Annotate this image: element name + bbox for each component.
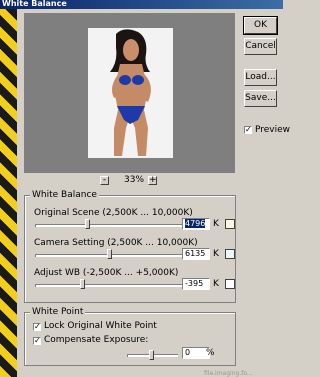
adjust-wb-color-swatch[interactable]: [225, 279, 235, 289]
original-scene-slider-thumb[interactable]: [85, 219, 90, 229]
white-balance-title: White Balance: [30, 190, 99, 201]
ok-button[interactable]: OK: [243, 16, 278, 35]
original-scene-field[interactable]: 4796: [182, 218, 210, 230]
zoom-level: 33%: [124, 175, 145, 185]
cancel-button[interactable]: Cancel: [244, 38, 277, 55]
lock-white-point-checkbox[interactable]: ✓: [33, 323, 41, 331]
preview-photo: [88, 28, 173, 158]
adjust-wb-slider-track[interactable]: [35, 284, 200, 287]
image-preview-area: [24, 13, 235, 173]
camera-setting-color-swatch[interactable]: [225, 249, 235, 259]
camera-setting-label: Camera Setting (2,500K ... 10,000K): [34, 238, 198, 248]
watermark-text: file.imaging.fo...: [204, 370, 253, 377]
white-point-group: White Point ✓ Lock Original White Point …: [24, 307, 236, 366]
adjust-wb-value: -395: [185, 279, 204, 288]
original-scene-unit: K: [213, 219, 219, 229]
save-button[interactable]: Save...: [244, 90, 277, 107]
load-button[interactable]: Load...: [244, 69, 277, 86]
original-scene-color-swatch[interactable]: [225, 219, 235, 229]
window-title: White Balance: [2, 0, 67, 8]
camera-setting-slider-track[interactable]: [35, 254, 200, 257]
adjust-wb-label: Adjust WB (-2,500K ... +5,000K): [34, 268, 179, 278]
preview-label: Preview: [255, 125, 291, 135]
preview-checkbox[interactable]: ✓: [244, 126, 252, 134]
adjust-wb-unit: K: [213, 279, 219, 289]
camera-setting-unit: K: [213, 249, 219, 259]
exposure-slider-thumb[interactable]: [149, 350, 154, 360]
white-balance-group: White Balance Original Scene (2,500K ...…: [24, 190, 236, 303]
white-point-title: White Point: [30, 307, 86, 318]
original-scene-value: 4796: [185, 219, 206, 228]
exposure-unit: %: [206, 348, 215, 358]
adjust-wb-slider-thumb[interactable]: [80, 279, 85, 289]
zoom-out-button[interactable]: -: [100, 176, 109, 185]
lock-white-point-label: Lock Original White Point: [44, 321, 157, 331]
compensate-exposure-label: Compensate Exposure:: [44, 335, 149, 345]
photo-image: [88, 28, 173, 158]
original-scene-slider-track[interactable]: [35, 224, 200, 227]
exposure-value: 0: [185, 348, 191, 357]
hazard-stripe: [0, 9, 17, 377]
camera-setting-field[interactable]: 6135: [182, 248, 210, 260]
adjust-wb-field[interactable]: -395: [182, 278, 210, 290]
title-bar: White Balance: [0, 0, 283, 9]
camera-setting-value: 6135: [185, 249, 206, 258]
original-scene-label: Original Scene (2,500K ... 10,000K): [34, 208, 193, 218]
camera-setting-slider-thumb[interactable]: [107, 249, 112, 259]
zoom-in-button[interactable]: +: [148, 176, 157, 185]
compensate-exposure-checkbox[interactable]: ✓: [33, 337, 41, 345]
